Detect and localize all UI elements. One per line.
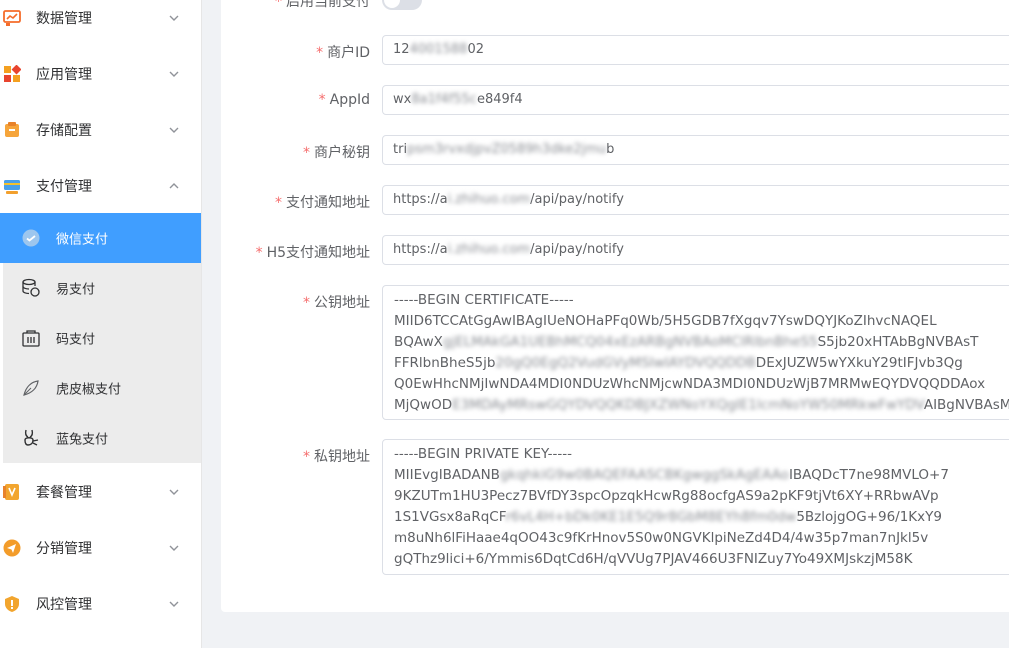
app-id-input[interactable]: wx8a1f4f55ce849f4 xyxy=(382,85,1009,115)
menu-label: 存储配置 xyxy=(36,123,92,139)
notify-url-label: 支付通知地址 xyxy=(286,195,370,211)
menu-item-app-management[interactable]: 应用管理 xyxy=(0,46,201,102)
menu-label: 数据管理 xyxy=(36,11,92,27)
sidebar: 数据管理 应用管理 存储配置 支付管理 微信支付 易支付 码支付 虎皮椒支付 蓝… xyxy=(0,0,202,648)
public-key-label-row: * 公钥地址 xyxy=(303,295,370,311)
h5-notify-url-input[interactable]: https://ai.zhihuo.com/api/pay/notify xyxy=(382,235,1009,265)
menu-item-package-management[interactable]: 套餐管理 xyxy=(0,464,201,520)
notify-url-label-row: * 支付通知地址 xyxy=(275,195,370,211)
rabbit-icon xyxy=(24,429,39,446)
submenu-item-yi-pay[interactable]: 易支付 xyxy=(0,263,201,313)
enable-switch[interactable] xyxy=(382,0,422,10)
apps-icon xyxy=(4,65,21,82)
private-key-label: 私钥地址 xyxy=(314,449,370,465)
menu-label: 支付管理 xyxy=(36,179,92,195)
merchant-key-input[interactable]: tripsm3rvxdjpvZ0589h3dke2jmub xyxy=(382,135,1009,165)
private-key-line: MIIEvgIBADANBgkqhkiG9w0BAQEFAASCBKgwggSk… xyxy=(394,467,949,483)
public-key-line: FFRlbnBheS5jb20gQ0EgQ2VudGVyMSIwIAYDVQQD… xyxy=(394,355,963,371)
submenu-label: 码支付 xyxy=(56,332,96,348)
public-key-textarea[interactable]: -----BEGIN CERTIFICATE----- MIID6TCCAtGg… xyxy=(382,285,1009,420)
notify-url-input[interactable]: https://ai.zhihuo.com/api/pay/notify xyxy=(382,185,1009,215)
app-id-label: AppId xyxy=(329,92,370,108)
chevron-down-icon xyxy=(169,489,179,495)
submenu-label: 蓝兔支付 xyxy=(56,432,109,448)
chevron-up-icon xyxy=(169,183,179,189)
qrcode-bag-icon xyxy=(22,330,40,347)
private-key-line: m8uNh6lFiHaae4qOO43c9fKrHnov5S0w0NGVKlpi… xyxy=(394,530,929,546)
merchant-id-label-row: * 商户ID xyxy=(316,45,370,61)
data-chart-icon xyxy=(3,10,21,26)
menu-label: 套餐管理 xyxy=(36,485,92,501)
public-key-line: BQAwXgjELMAkGA1UEBhMCQ04xEzARBgNVBAoMClR… xyxy=(394,334,979,350)
distribution-icon xyxy=(3,539,21,557)
private-key-line: -----BEGIN PRIVATE KEY----- xyxy=(394,446,573,462)
chevron-down-icon xyxy=(169,127,179,133)
private-key-line: 9KZUTm1HU3Pecz7BVfDY3spcOpzqkHcwRg88ocfg… xyxy=(394,488,939,504)
public-key-line: Q0EwHhcNMjIwNDA4MDI0NDUzWhcNMjcwNDA3MDI0… xyxy=(394,376,986,392)
submenu-item-lantu-pay[interactable]: 蓝兔支付 xyxy=(0,413,201,463)
merchant-id-input[interactable]: 12400158802 xyxy=(382,35,1009,65)
pepper-leaf-icon xyxy=(23,380,39,396)
private-key-line: gQThz9lici+6/Ymmis6DqtCd6H/qVVUg7PJAV466… xyxy=(394,551,913,567)
h5-notify-url-label-row: * H5支付通知地址 xyxy=(255,245,370,261)
submenu-label: 微信支付 xyxy=(56,232,109,248)
chevron-down-icon xyxy=(169,15,179,21)
private-key-textarea[interactable]: -----BEGIN PRIVATE KEY----- MIIEvgIBADAN… xyxy=(382,439,1009,575)
payment-icon xyxy=(4,180,20,194)
private-key-line: 1S1VGsx8aRqCFr6vL4H+bDk0KE1E5Q9r8GbM8EYh… xyxy=(394,509,942,525)
menu-item-data-management[interactable]: 数据管理 xyxy=(0,0,201,46)
menu-label: 应用管理 xyxy=(36,67,92,83)
public-key-label: 公钥地址 xyxy=(314,295,370,311)
submenu-item-wechat-pay[interactable]: 微信支付 xyxy=(0,213,201,263)
submenu-item-hupijiao-pay[interactable]: 虎皮椒支付 xyxy=(0,363,201,413)
app-id-label-row: * AppId xyxy=(318,92,370,108)
menu-item-payment-management[interactable]: 支付管理 xyxy=(0,158,201,214)
public-key-line: MIID6TCCAtGgAwIBAgIUeNOHaPFq0Wb/5H5GDB7f… xyxy=(394,313,937,329)
payment-submenu: 微信支付 易支付 码支付 虎皮椒支付 蓝兔支付 xyxy=(0,213,201,463)
storage-icon xyxy=(5,122,19,137)
submenu-label: 虎皮椒支付 xyxy=(56,382,122,398)
submenu-item-code-pay[interactable]: 码支付 xyxy=(0,313,201,363)
menu-label: 分销管理 xyxy=(36,541,92,557)
public-key-line: -----BEGIN CERTIFICATE----- xyxy=(394,292,574,308)
chevron-down-icon xyxy=(169,545,179,551)
public-key-line: MjQwODE3MDAyMRswGQYDVQQKDBJXZWNoYXQgIE1l… xyxy=(394,397,1009,413)
merchant-id-label: 商户ID xyxy=(327,45,370,61)
risk-shield-icon xyxy=(5,596,19,612)
merchant-key-label: 商户秘钥 xyxy=(314,145,370,161)
submenu-label: 易支付 xyxy=(56,282,96,298)
chevron-down-icon xyxy=(169,601,179,607)
h5-notify-url-label: H5支付通知地址 xyxy=(266,245,370,261)
merchant-key-label-row: * 商户秘钥 xyxy=(303,145,370,161)
menu-label: 风控管理 xyxy=(36,597,92,613)
menu-item-risk-management[interactable]: 风控管理 xyxy=(0,576,201,632)
enable-label-row: * 启用当前支付 xyxy=(275,0,370,11)
menu-item-storage-config[interactable]: 存储配置 xyxy=(0,102,201,158)
menu-item-distribution-management[interactable]: 分销管理 xyxy=(0,520,201,576)
private-key-label-row: * 私钥地址 xyxy=(303,449,370,465)
enable-label: 启用当前支付 xyxy=(286,0,370,10)
package-icon xyxy=(3,484,19,500)
chevron-down-icon xyxy=(169,71,179,77)
wechat-icon xyxy=(22,229,40,247)
database-coins-icon xyxy=(22,278,40,297)
